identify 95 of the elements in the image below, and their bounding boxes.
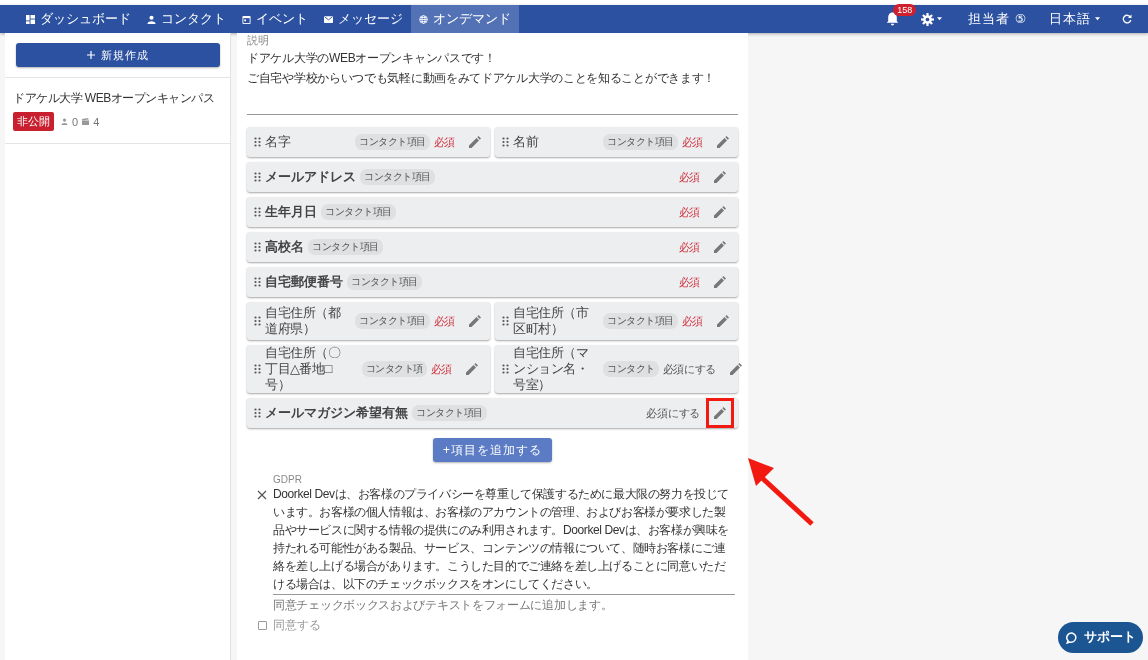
annotation-arrow [746,456,816,528]
add-field-button[interactable]: +項目を追加する [433,438,552,462]
field-name: 生年月日 [265,204,317,220]
settings-button[interactable] [921,12,943,26]
drag-handle-icon[interactable] [254,277,261,287]
nav-tab[interactable]: コンタクト [139,5,234,33]
bell-icon[interactable] [886,12,900,26]
plus-icon [87,51,95,59]
category-tag: コンタクト項目 [603,134,678,150]
category-tag: コンタクト項目 [355,313,430,329]
status-badge: 非公開 [13,112,54,131]
required-toggle[interactable]: 必須 [678,239,700,255]
category-tag: コンタクト項目 [355,134,430,150]
drag-handle-icon[interactable] [254,316,261,326]
field-label: GDPR [273,474,303,485]
caret-icon [937,17,943,21]
staff-menu[interactable]: 担当者 ⑤ [968,10,1027,28]
pencil-icon [714,407,726,419]
required-toggle[interactable]: 必須 [678,169,700,185]
pencil-icon [468,136,481,148]
drag-handle-icon[interactable] [502,137,509,147]
calendar-icon [242,14,251,24]
chat-icon [1065,631,1078,644]
pencil-icon [714,276,726,288]
nav-tab[interactable]: イベント [234,5,316,33]
drag-handle-icon[interactable] [254,364,261,374]
pencil-icon [716,315,729,327]
category-tag: コンタクト項目 [308,239,383,255]
category-tag: コンタクト項 [361,361,427,377]
new-button[interactable]: 新規作成 [16,43,220,67]
caret-icon [1095,17,1100,21]
language-menu[interactable]: 日本語 [1049,10,1100,28]
person-icon [147,14,156,24]
pencil-icon [714,171,726,183]
clapperboard-icon [82,118,90,125]
drag-handle-icon[interactable] [254,137,261,147]
close-icon[interactable] [257,490,267,500]
drag-handle-icon[interactable] [254,172,261,182]
category-tag: コンタクト項目 [603,313,678,329]
field-name: メールアドレス [265,169,356,185]
field-name: 名字 [265,134,292,150]
category-tag: コンタクト項目 [347,274,422,290]
helper-text: 同意チェックボックスおよびテキストをフォームに追加します。 [273,597,614,614]
required-toggle[interactable]: 必須 [433,134,455,150]
field-name: 自宅住所（マンション名・号室） [513,345,589,393]
pencil-icon [716,136,729,148]
sidebar-item[interactable]: ドアケル大学 WEBオープンキャンパス 非公開 0 4 [5,77,230,144]
gdpr-text-field[interactable]: Doorkel Devは、お客様のプライバシーを尊重して保護するために最大限の努力を投じています。お客様の個人情報は、お客様のアカウントの管理、およびお客様が要求した製品やサービスに関する情報の提供にのみ利用されます。Doorkel Devは、お客様が興味を持たれる可能性がある製品、サービス、コンテンツの情報について、随時お客様にご連絡を差し上げる場合があります。こうした目的でご連絡を差し上げることに同意いただける場合は、以下のチェックボックスをオンにしてください。 [273,485,735,595]
notification-badge: 158 [893,4,917,16]
required-toggle[interactable]: 必須 [430,361,452,377]
drag-handle-icon[interactable] [254,408,261,418]
event-title: ドアケル大学 WEBオープンキャンパス [13,90,216,107]
support-button[interactable]: サポート [1058,622,1143,653]
required-toggle[interactable]: 必須 [681,134,703,150]
field-name: 自宅住所（都道府県） [265,305,342,337]
field-name: 自宅住所（市区町村） [513,305,590,337]
description-field[interactable]: ドアケル大学のWEBオープンキャンパスです！ ご自宅や学校からいつでも気軽に動画をみてドアケル大学のことを知ることができます！ [247,48,738,115]
required-toggle[interactable]: 必須 [681,313,703,329]
field-name: メールマガジン希望有無 [265,405,408,421]
drag-handle-icon[interactable] [254,207,261,217]
drag-handle-icon[interactable] [254,242,261,252]
pencil-icon [468,315,481,327]
nav-tab[interactable]: メッセージ [316,5,411,33]
person-icon [61,118,68,125]
mail-icon [324,14,333,24]
category-tag: コンタクト項目 [360,169,435,185]
refresh-icon[interactable] [1122,14,1132,24]
nav-tab[interactable]: ダッシュボード [18,5,139,33]
field-name: 自宅住所（〇丁目△番地□号） [265,345,342,393]
required-toggle[interactable]: 必須にする [662,361,716,377]
pencil-icon [714,241,726,253]
globe-icon [419,14,428,24]
field-name: 名前 [513,134,540,150]
required-toggle[interactable]: 必須 [678,204,700,220]
pencil-icon [466,363,478,375]
drag-handle-icon[interactable] [502,316,509,326]
field-label: 説明 [247,33,270,48]
video-count: 4 [93,115,100,128]
required-toggle[interactable]: 必須 [433,313,455,329]
nav-tab[interactable]: オンデマンド [411,5,519,33]
drag-handle-icon[interactable] [502,364,509,374]
field-name: 自宅郵便番号 [265,274,343,290]
required-toggle[interactable]: 必須 [678,274,700,290]
category-tag: コンタクト項目 [412,405,487,421]
dashboard-icon [26,14,35,24]
edit-button[interactable] [706,398,734,428]
pencil-icon [714,206,726,218]
pencil-icon [730,363,742,375]
required-toggle[interactable]: 必須にする [646,405,700,421]
contact-count: 0 [72,115,79,128]
consent-label: 同意する [273,617,321,634]
field-name: 高校名 [265,239,304,255]
category-tag: コンタクト [603,361,659,377]
consent-checkbox[interactable] [258,621,267,630]
category-tag: コンタクト項目 [321,204,396,220]
